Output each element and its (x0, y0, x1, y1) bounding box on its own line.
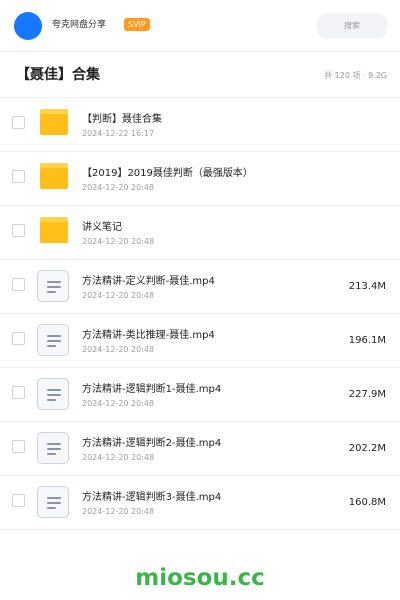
item-name: 【2019】2019聂佳判断（最强版本） (82, 168, 253, 179)
video-file-icon (37, 486, 69, 518)
item-date: 2024-12-20 20:48 (82, 399, 155, 408)
item-name: 讲义笔记 (82, 222, 122, 233)
item-checkbox[interactable] (12, 116, 25, 129)
title-row: 【聂佳】合集 共 120 项 · 9.2G (0, 52, 400, 98)
item-date: 2024-12-20 20:48 (82, 183, 155, 192)
item-name: 方法精讲-逻辑判断2-聂佳.mp4 (82, 438, 222, 449)
top-bar: 夸克网盘分享 SVIP 搜索 (0, 0, 400, 52)
video-file-icon (37, 324, 69, 356)
username: 夸克网盘分享 (52, 20, 107, 30)
list-item[interactable]: 讲义笔记 2024-12-20 20:48 (0, 206, 400, 260)
file-list: 【判断】聂佳合集 2024-12-22 16:17 【2019】2019聂佳判断… (0, 98, 400, 530)
list-item[interactable]: 方法精讲-逻辑判断1-聂佳.mp4 2024-12-20 20:48 227.9… (0, 368, 400, 422)
video-file-icon (37, 432, 69, 464)
item-date: 2024-12-20 20:48 (82, 237, 155, 246)
item-checkbox[interactable] (12, 224, 25, 237)
list-item[interactable]: 方法精讲-类比推理-聂佳.mp4 2024-12-20 20:48 196.1M (0, 314, 400, 368)
item-count: 共 120 项 · 9.2G (324, 71, 387, 80)
item-size: 160.8M (348, 497, 386, 508)
page-title: 【聂佳】合集 (16, 67, 100, 83)
video-file-icon (37, 378, 69, 410)
list-item[interactable]: 方法精讲-逻辑判断2-聂佳.mp4 2024-12-20 20:48 202.2… (0, 422, 400, 476)
item-checkbox[interactable] (12, 494, 25, 507)
item-checkbox[interactable] (12, 170, 25, 183)
item-size: 196.1M (348, 335, 386, 346)
video-file-icon (37, 270, 69, 302)
item-checkbox[interactable] (12, 278, 25, 291)
folder-icon (37, 162, 69, 194)
folder-icon (37, 216, 69, 248)
folder-icon (37, 108, 69, 140)
item-name: 方法精讲-逻辑判断3-聂佳.mp4 (82, 492, 222, 503)
list-item[interactable]: 【判断】聂佳合集 2024-12-22 16:17 (0, 98, 400, 152)
item-size: 202.2M (348, 443, 386, 454)
item-size: 227.9M (348, 389, 386, 400)
item-checkbox[interactable] (12, 386, 25, 399)
search-input[interactable]: 搜索 (316, 13, 388, 39)
item-date: 2024-12-20 20:48 (82, 453, 155, 462)
list-item[interactable]: 方法精讲-逻辑判断3-聂佳.mp4 2024-12-20 20:48 160.8… (0, 476, 400, 530)
watermark-text: miosou.cc (135, 565, 265, 591)
item-date: 2024-12-20 20:48 (82, 507, 155, 516)
avatar[interactable] (14, 12, 42, 40)
item-date: 2024-12-22 16:17 (82, 129, 155, 138)
svip-badge: SVIP (124, 18, 150, 31)
item-name: 方法精讲-逻辑判断1-聂佳.mp4 (82, 384, 222, 395)
list-item[interactable]: 方法精讲-定义判断-聂佳.mp4 2024-12-20 20:48 213.4M (0, 260, 400, 314)
item-checkbox[interactable] (12, 440, 25, 453)
item-date: 2024-12-20 20:48 (82, 291, 155, 300)
item-name: 方法精讲-类比推理-聂佳.mp4 (82, 330, 215, 341)
item-checkbox[interactable] (12, 332, 25, 345)
list-item[interactable]: 【2019】2019聂佳判断（最强版本） 2024-12-20 20:48 (0, 152, 400, 206)
item-name: 方法精讲-定义判断-聂佳.mp4 (82, 276, 215, 287)
item-date: 2024-12-20 20:48 (82, 345, 155, 354)
item-name: 【判断】聂佳合集 (82, 114, 162, 125)
item-size: 213.4M (348, 281, 386, 292)
